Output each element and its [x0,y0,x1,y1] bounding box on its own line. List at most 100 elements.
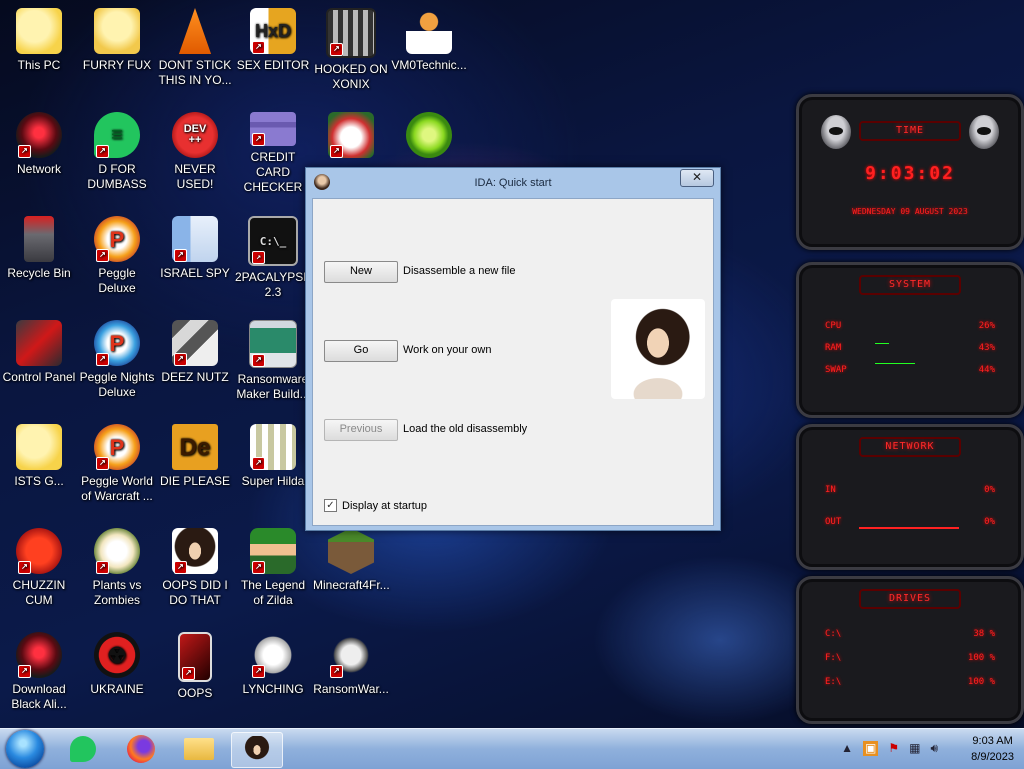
desktop-icon-ransomware-maker[interactable]: ↗ Ransomware Maker Build... [235,320,311,402]
dialog-client-area: New Disassemble a new file Go Work on yo… [312,198,714,526]
checkbox-check-icon[interactable]: ✓ [324,499,337,512]
desktop-icon-hooked-on-xonix[interactable]: ↗ HOOKED ON XONIX [313,8,389,92]
volume-icon[interactable]: 🔊︎ [930,741,938,756]
desktop-icon-label: HOOKED ON XONIX [314,62,388,91]
show-hidden-icons-icon[interactable]: ▲ [841,741,853,756]
desktop-icon-label: ISRAEL SPY [160,266,230,280]
network-widget: NETWORK IN 0% OUT 0% [796,424,1024,570]
desktop-icon-label: Network [16,162,61,176]
desktop-icon-peggle-deluxe[interactable]: P ↗ Peggle Deluxe [79,216,155,296]
radiation-icon: ☢ [94,632,140,678]
desktop-icon-credit-card-checker[interactable]: ↗ CREDIT CARD CHECKER [235,112,311,195]
desktop-icon-never-used[interactable]: DEV ++ NEVER USED! [157,112,233,192]
hxd-icon: HxD ↗ [250,8,296,54]
new-description: Disassemble a new file [403,265,516,277]
action-center-flag-icon[interactable]: ⚑ [888,741,899,756]
swap-label: SWAP [825,365,847,375]
desktop-icon-control-panel[interactable]: Control Panel [1,320,77,385]
new-button[interactable]: New [324,261,398,283]
ram-graph-line [875,343,889,344]
desktop-icon-plants-vs-zombies[interactable]: ↗ Plants vs Zombies [79,528,155,608]
desktop-icon-label: Super Hilda [241,474,305,488]
bell-shield-icon: ↗ [250,632,296,678]
desktop-icon-download-black-ali[interactable]: ↗ Download Black Ali... [1,632,77,712]
credit-card-icon: ↗ [250,112,296,146]
drive-c-row: C:\ 38 % [825,629,995,639]
desktop-icon-network[interactable]: ↗ Network [1,112,77,177]
desktop-icon-label: Plants vs Zombies [92,578,142,607]
display-at-startup-checkbox[interactable]: ✓ Display at startup [324,499,427,512]
star-butterfly-icon [16,8,62,54]
recycle-bin-icon [24,216,54,262]
desktop-icon-label: NEVER USED! [174,162,216,191]
close-button[interactable]: ✕ [680,169,714,187]
taskbar-ida[interactable] [231,732,283,768]
app-window-icon: ↗ [249,320,297,368]
desktop-icon-this-pc[interactable]: This PC [1,8,77,73]
go-button[interactable]: Go [324,340,398,362]
peggle-nights-icon: P ↗ [94,320,140,366]
desktop-icon-dont-stick-this-in-yo[interactable]: DONT STICK THIS IN YO... [157,8,233,88]
desktop-icon-sex-editor[interactable]: HxD ↗ SEX EDITOR [235,8,311,73]
lime-slice-icon [406,112,452,158]
desktop-icon-israel-spy[interactable]: ↗ ISRAEL SPY [157,216,233,281]
desktop-icon-peggle-nights-deluxe[interactable]: P ↗ Peggle Nights Deluxe [79,320,155,400]
desktop-icon-label: Peggle Nights Deluxe [79,370,155,399]
desktop-icon-recycle-bin[interactable]: Recycle Bin [1,216,77,281]
start-button[interactable] [6,730,44,768]
desktop-icon-label: VM0Technic... [391,58,467,72]
maze-icon: ↗ [326,8,376,58]
desktop-icon-label: CHUZZIN CUM [12,578,66,607]
previous-button[interactable]: Previous [324,419,398,441]
desktop-icon-2pacalypse[interactable]: C:\_ ↗ 2PACALYPSE 2.3 [235,216,311,300]
desktop-icon-ukraine[interactable]: ☢ UKRAINE [79,632,155,697]
peggle-icon: P ↗ [94,424,140,470]
net-in-label: IN [825,485,836,495]
taskbar-firefox[interactable] [116,732,166,766]
drive-f-label: F:\ [825,653,842,663]
taskbar-file-explorer[interactable] [174,732,224,766]
desktop-icon-oops[interactable]: ↗ OOPS [157,632,233,701]
desktop-icon-label: DEEZ NUTZ [161,370,229,384]
drive-f-value: 100 % [967,653,995,663]
green-chat-icon: ≡ ↗ [94,112,140,158]
desktop-icon-peggle-world-of-warcraft[interactable]: P ↗ Peggle World of Warcraft ... [79,424,155,504]
swap-value: 44% [978,365,995,375]
net-out-label: OUT [825,517,842,527]
desktop-icon-label: RansomWar... [313,682,389,696]
app-tray-icon[interactable]: ▣ [862,741,879,756]
desktop-icon-ists[interactable]: ISTS G... [1,424,77,489]
desktop-icon-deez-nutz[interactable]: ↗ DEEZ NUTZ [157,320,233,385]
dev-cpp-icon: DEV ++ [172,112,218,158]
desktop-icon-label: DIE PLEASE [159,474,231,488]
desktop-icon-ransomwar[interactable]: ↗ RansomWar... [313,632,389,697]
net-in-row: IN 0% [825,485,995,495]
desktop-icon-chuzzin-cum[interactable]: ↗ CHUZZIN CUM [1,528,77,608]
clock[interactable]: 9:03 AM 8/9/2023 [971,733,1014,765]
system-tray: ▲ ▣ ⚑ ▦ 🔊︎ [841,741,938,756]
desktop-icon-bonzi[interactable]: ↗ [313,112,389,162]
drive-e-row: E:\ 100 % [825,677,995,687]
desktop-icon-lynching[interactable]: ↗ LYNCHING [235,632,311,697]
net-out-value: 0% [984,517,995,527]
taskbar-chat-app[interactable] [58,732,108,766]
desktop-icon-legend-of-zilda[interactable]: ↗ The Legend of Zilda [235,528,311,608]
taskbar-date: 8/9/2023 [971,751,1014,763]
net-out-graph [859,507,959,529]
drive-f-row: F:\ 100 % [825,653,995,663]
network-icon[interactable]: ▦ [909,741,920,756]
desktop-icon-lime[interactable] [391,112,467,162]
taskbar-time: 9:03 AM [972,735,1013,747]
system-widget-header: SYSTEM [859,275,961,295]
desktop-icon-die-please[interactable]: De DIE PLEASE [157,424,233,489]
dialog-titlebar[interactable]: IDA: Quick start ✕ [306,168,720,198]
control-panel-icon [16,320,62,366]
desktop-icon-super-hilda[interactable]: ↗ Super Hilda [235,424,311,489]
desktop-icon-d-for-dumbass[interactable]: ≡ ↗ D FOR DUMBASS [79,112,155,192]
desktop-icon-minecraft4fr[interactable]: Minecraft4Fr... [313,528,390,593]
desktop-icon-oops-did-i-do-that[interactable]: ↗ OOPS DID I DO THAT [157,528,233,608]
desktop-icon-label: D FOR DUMBASS [87,162,147,191]
desktop-icon-label: The Legend of Zilda [240,578,306,607]
desktop-icon-vm0technic[interactable]: VM0Technic... [391,8,467,73]
desktop-icon-furry-fux[interactable]: FURRY FUX [79,8,155,73]
